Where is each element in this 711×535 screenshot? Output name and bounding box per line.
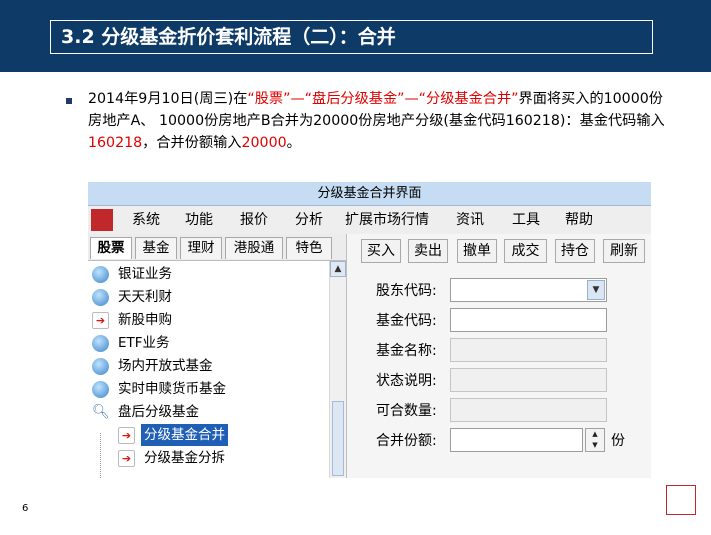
tree-label: 分级基金合并 [141, 424, 228, 446]
status-label: 状态说明: [376, 373, 437, 389]
tree-label: 分级基金分拆 [144, 450, 225, 466]
tab-wealth[interactable]: 理财 [180, 237, 222, 259]
buy-button[interactable]: 买入 [361, 239, 401, 263]
tree-label: 银证业务 [118, 266, 172, 282]
globe-icon [92, 289, 109, 306]
window-title: 分级基金合并界面 [88, 182, 651, 206]
tree-label: ETF业务 [118, 335, 170, 351]
para-text-4: 。 [286, 135, 301, 151]
shareholder-code-select[interactable]: ▼ [450, 278, 607, 302]
menu-news[interactable]: 资讯 [456, 206, 484, 234]
tab-special[interactable]: 特色 [286, 237, 332, 259]
title-band: 3.2 分级基金折价套利流程（二）：合并 [0, 0, 711, 72]
brand-logo [666, 485, 696, 515]
menu-function[interactable]: 功能 [185, 206, 213, 234]
globe-icon [92, 335, 109, 352]
para-fund-code: 160218 [88, 135, 143, 151]
merge-amount-label: 合并份额: [376, 433, 437, 449]
merge-window: 分级基金合并界面 系统 功能 报价 分析 扩展市场行情 资讯 工具 帮助 股票 … [88, 182, 651, 478]
mergeable-qty-label: 可合数量: [376, 403, 437, 419]
menu-analysis[interactable]: 分析 [295, 206, 323, 234]
unit-label: 份 [611, 433, 625, 449]
scroll-up-icon[interactable]: ▲ [330, 261, 346, 277]
mergeable-qty-field [450, 398, 607, 422]
function-tree: 银证业务 天天利财 ➔ 新股申购 ETF业务 场内开放式基金 实时申赎货币基金 [88, 261, 328, 478]
arrow-icon: ➔ [92, 312, 109, 329]
para-menu-path: “股票”—“盘后分级基金”—“分级基金合并” [247, 91, 519, 107]
fund-name-label: 基金名称: [376, 343, 437, 359]
tab-stocks[interactable]: 股票 [90, 237, 132, 259]
para-text-3: ，合并份额输入 [142, 135, 242, 151]
chevron-down-icon[interactable]: ▼ [587, 280, 605, 300]
scroll-thumb[interactable] [332, 401, 344, 476]
tab-funds[interactable]: 基金 [135, 237, 177, 259]
cancel-order-button[interactable]: 撤单 [457, 239, 497, 263]
arrow-icon: ➔ [118, 450, 135, 467]
status-field [450, 368, 607, 392]
sell-button[interactable]: 卖出 [408, 239, 448, 263]
search-icon: 🔍︎ [92, 404, 110, 420]
fund-code-input[interactable] [450, 308, 607, 332]
instruction-paragraph: 2014年9月10日(周三)在“股票”—“盘后分级基金”—“分级基金合并”界面将… [88, 88, 673, 154]
para-merge-amount: 20000 [241, 135, 287, 151]
menu-quote[interactable]: 报价 [240, 206, 268, 234]
left-pane: 股票 基金 理财 港股通 特色 银证业务 天天利财 ➔ 新股申购 ETF业务 场… [88, 234, 347, 478]
page-number: 6 [22, 503, 29, 514]
app-logo [91, 209, 113, 231]
refresh-button[interactable]: 刷新 [603, 239, 645, 263]
tree-label: 天天利财 [118, 289, 172, 305]
merge-form: 股东代码: ▼ 基金代码: 基金名称: 状态说明: 可合数量: 合并份额: ▲ … [361, 274, 646, 474]
merge-amount-input[interactable] [450, 428, 583, 452]
trades-button[interactable]: 成交 [504, 239, 547, 263]
menu-system[interactable]: 系统 [132, 206, 160, 234]
spin-up-icon[interactable]: ▲ [586, 429, 604, 440]
tree-label: 场内开放式基金 [118, 358, 213, 374]
quantity-stepper[interactable]: ▲ ▼ [585, 428, 605, 452]
shareholder-code-label: 股东代码: [376, 283, 437, 299]
tree-label: 盘后分级基金 [118, 404, 199, 420]
tree-label: 新股申购 [118, 312, 172, 328]
menu-tools[interactable]: 工具 [512, 206, 540, 234]
tree-scrollbar[interactable]: ▲ [329, 261, 346, 478]
menu-help[interactable]: 帮助 [565, 206, 593, 234]
globe-icon [92, 358, 109, 375]
para-text-1: 2014年9月10日(周三)在 [88, 91, 248, 107]
spin-down-icon[interactable]: ▼ [586, 440, 604, 451]
globe-icon [92, 381, 109, 398]
arrow-icon: ➔ [118, 427, 135, 444]
fund-name-field [450, 338, 607, 362]
menu-bar: 系统 功能 报价 分析 扩展市场行情 资讯 工具 帮助 [88, 206, 651, 235]
positions-button[interactable]: 持仓 [555, 239, 595, 263]
trade-toolbar: 买入 卖出 撤单 成交 持仓 刷新 [347, 234, 651, 267]
globe-icon [92, 266, 109, 283]
right-pane: 买入 卖出 撤单 成交 持仓 刷新 股东代码: ▼ 基金代码: 基金名称: 状态… [347, 234, 651, 478]
left-tab-bar: 股票 基金 理财 港股通 特色 [88, 234, 346, 261]
bullet-marker [66, 98, 72, 104]
tree-label: 实时申赎货币基金 [118, 381, 226, 397]
fund-code-label: 基金代码: [376, 313, 437, 329]
tree-connector [100, 433, 101, 478]
slide-title: 3.2 分级基金折价套利流程（二）：合并 [50, 20, 653, 54]
tab-hk-connect[interactable]: 港股通 [225, 237, 283, 259]
menu-extended-market[interactable]: 扩展市场行情 [345, 206, 429, 234]
